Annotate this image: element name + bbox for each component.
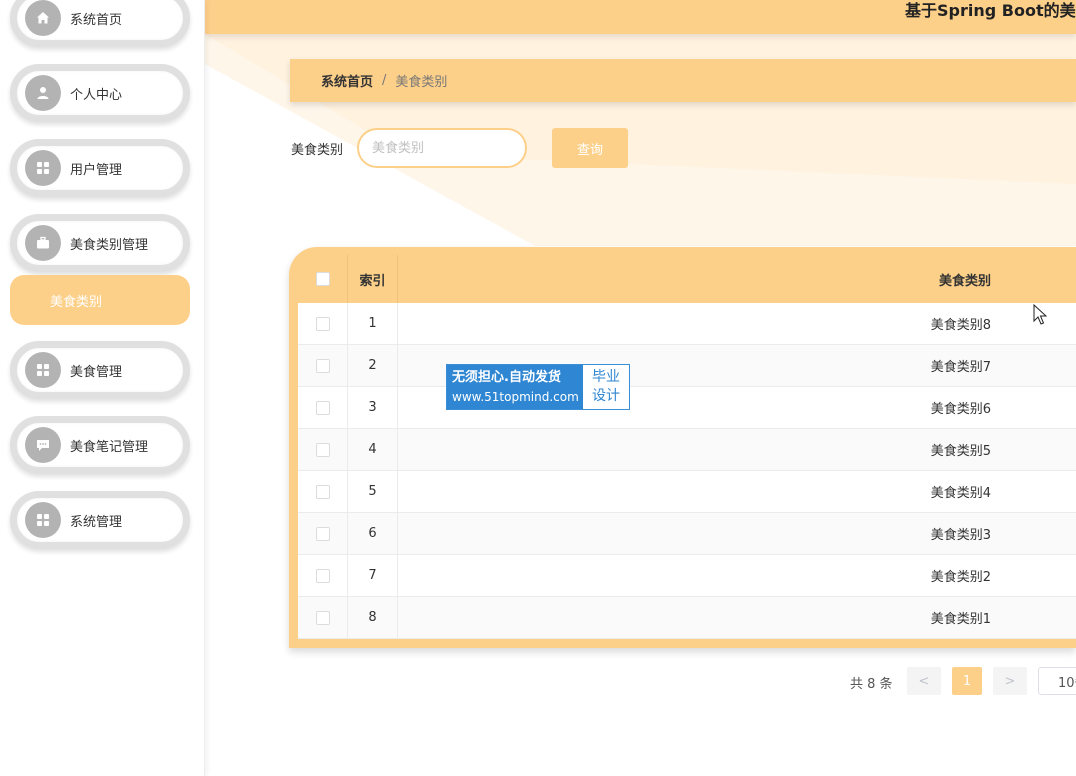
table-row[interactable]: 6 美食类别3 [298,513,1076,555]
grid-icon [25,502,61,538]
sidebar-item-food-mgmt[interactable]: 美食管理 [10,341,190,399]
row-checkbox[interactable] [315,526,330,541]
row-index: 5 [348,471,398,512]
search-input[interactable] [357,128,527,168]
sidebar-item-food-notes-mgmt[interactable]: 美食笔记管理 [10,416,190,474]
row-index: 4 [348,429,398,470]
row-index: 7 [348,555,398,596]
sidebar-item-label: 系统管理 [70,514,123,530]
row-food-category: 美食类别8 [930,318,991,333]
header-index[interactable]: 索引 [348,255,398,303]
grid-icon [25,150,61,186]
watermark-tag-1: 毕业 [592,369,620,385]
breadcrumb-separator: / [382,73,387,88]
pagination-next-button[interactable]: > [993,667,1027,695]
user-icon [25,75,61,111]
sidebar-subitem-food-category[interactable]: 美食类别 [10,275,190,325]
watermark-badge: 无须担心.自动发货 www.51topmind.com 毕业 设计 [446,364,630,410]
sidebar-item-label: 用户管理 [70,162,123,178]
row-checkbox[interactable] [315,400,330,415]
sidebar-item-system-mgmt[interactable]: 系统管理 [10,491,190,549]
row-food-category: 美食类别1 [930,612,991,627]
row-food-category: 美食类别2 [930,570,991,585]
watermark-tag-2: 设计 [592,388,620,404]
sidebar-item-users[interactable]: 用户管理 [10,139,190,197]
sidebar: 系统首页 个人中心 用户管理 美食类别管理 美食类别 美食管理 美食笔记管理 系… [0,0,205,776]
grid-icon [25,352,61,388]
page-size-select[interactable]: 10条/页 [1038,667,1076,695]
sidebar-item-label: 美食笔记管理 [70,439,149,455]
home-icon [25,0,61,36]
sidebar-item-label: 美食类别管理 [70,237,149,253]
sidebar-item-profile[interactable]: 个人中心 [10,64,190,122]
breadcrumb: 系统首页 / 美食类别 [290,59,1076,102]
row-checkbox[interactable] [315,568,330,583]
pagination-total: 共 8 条 [850,677,893,692]
data-table: 索引 美食类别 1 美食类别8 2 美食类别7 3 美食类别6 4 美食类别5 … [289,247,1076,648]
watermark-url: www.51topmind.com [452,390,579,404]
pagination-page-button[interactable]: 1 [952,667,982,695]
pagination-prev-button[interactable]: < [907,667,941,695]
row-checkbox[interactable] [315,316,330,331]
table-row[interactable]: 4 美食类别5 [298,429,1076,471]
breadcrumb-current: 美食类别 [395,75,448,90]
table-row[interactable]: 8 美食类别1 [298,597,1076,639]
sidebar-item-label: 美食管理 [70,364,123,380]
row-index: 8 [348,597,398,638]
search-label: 美食类别 [291,143,344,158]
row-index: 2 [348,345,398,386]
header-checkbox-cell [298,255,348,303]
sidebar-item-label: 个人中心 [70,87,123,103]
header-food-category[interactable]: 美食类别 [398,255,1076,303]
mouse-cursor-icon [1033,304,1047,325]
search-button[interactable]: 查询 [552,128,628,168]
chat-icon [25,427,61,463]
row-index: 6 [348,513,398,554]
breadcrumb-home[interactable]: 系统首页 [321,71,373,90]
briefcase-icon [25,225,61,261]
row-checkbox[interactable] [315,442,330,457]
table-body: 1 美食类别8 2 美食类别7 3 美食类别6 4 美食类别5 5 美食类别4 … [298,303,1076,639]
row-index: 1 [348,303,398,344]
row-checkbox[interactable] [315,358,330,373]
table-row[interactable]: 3 美食类别6 [298,387,1076,429]
table-row[interactable]: 5 美食类别4 [298,471,1076,513]
app-title: 基于Spring Boot的美食 [905,1,1076,20]
sidebar-item-label: 系统首页 [70,12,123,28]
top-header: 基于Spring Boot的美食 [205,0,1076,34]
row-food-category: 美食类别5 [930,444,991,459]
table-row[interactable]: 1 美食类别8 [298,303,1076,345]
row-checkbox[interactable] [315,484,330,499]
watermark-slogan: 无须担心.自动发货 [452,370,561,385]
sidebar-item-home[interactable]: 系统首页 [10,0,190,47]
row-index: 3 [348,387,398,428]
table-row[interactable]: 7 美食类别2 [298,555,1076,597]
row-food-category: 美食类别3 [930,528,991,543]
row-checkbox[interactable] [315,610,330,625]
table-header: 索引 美食类别 [298,255,1076,303]
sidebar-item-food-category-mgmt[interactable]: 美食类别管理 [10,214,190,272]
table-row[interactable]: 2 美食类别7 [298,345,1076,387]
row-food-category: 美食类别4 [930,486,991,501]
select-all-checkbox[interactable] [315,272,330,286]
